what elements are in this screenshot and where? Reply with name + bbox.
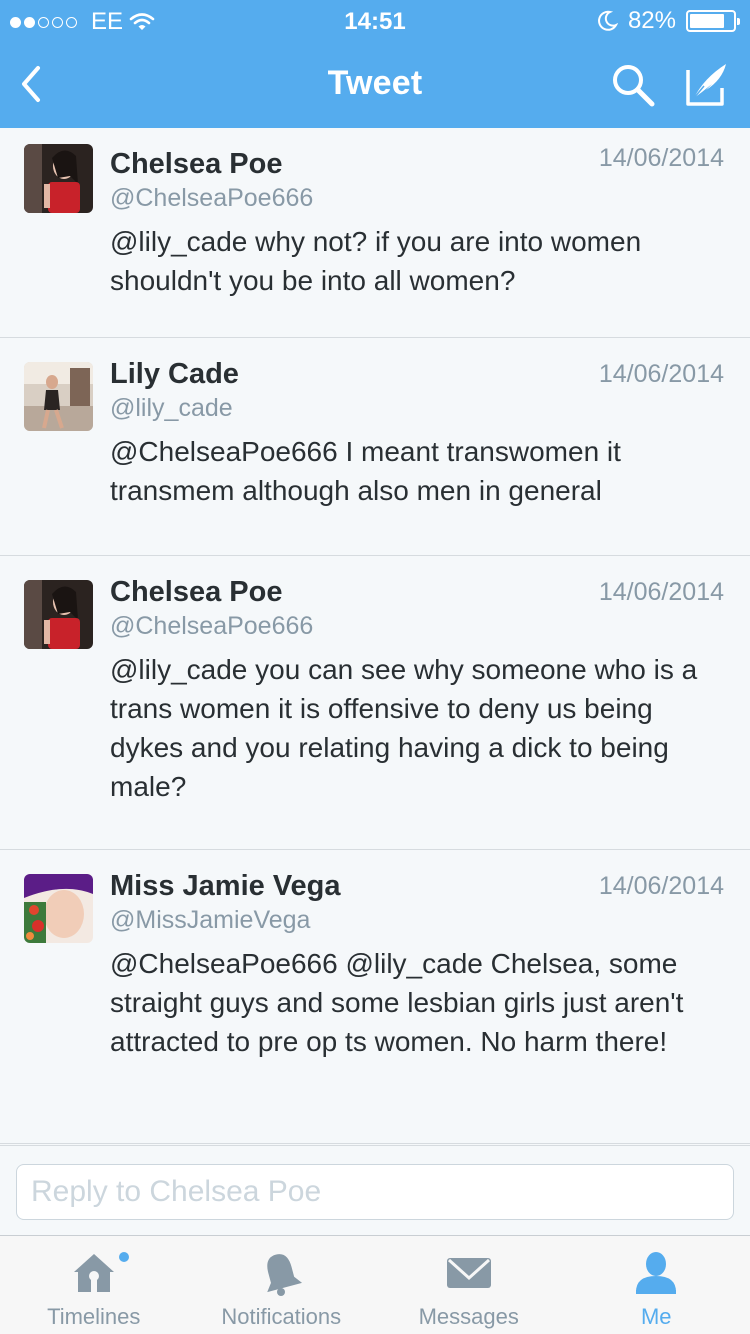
tweet-author-handle[interactable]: @ChelseaPoe666 bbox=[110, 182, 724, 214]
status-right: 82% bbox=[596, 7, 740, 35]
tweet-date: 14/06/2014 bbox=[598, 872, 724, 900]
search-icon bbox=[613, 65, 655, 107]
avatar[interactable] bbox=[24, 874, 93, 943]
avatar[interactable] bbox=[24, 580, 93, 649]
tab-label: Me bbox=[640, 1304, 672, 1329]
tab-messages[interactable]: Messages bbox=[375, 1236, 563, 1334]
tab-me[interactable]: Me bbox=[563, 1236, 750, 1334]
search-button[interactable] bbox=[610, 62, 656, 108]
tweet-author-handle[interactable]: @ChelseaPoe666 bbox=[110, 610, 724, 642]
battery-fill bbox=[690, 14, 725, 28]
tab-label: Messages bbox=[418, 1304, 519, 1329]
status-bar: EE 14:51 82% bbox=[0, 0, 750, 40]
compose-icon bbox=[686, 64, 726, 106]
avatar[interactable] bbox=[24, 362, 93, 431]
bell-icon bbox=[267, 1254, 303, 1296]
avatar-image bbox=[24, 144, 93, 213]
avatar-image bbox=[24, 874, 93, 943]
envelope-icon bbox=[446, 1258, 491, 1288]
tweet-text: @ChelseaPoe666 @lily_cade Chelsea, some … bbox=[110, 948, 684, 1057]
tweet-date: 14/06/2014 bbox=[598, 578, 724, 606]
tweet-text: @lily_cade you can see why someone who i… bbox=[110, 654, 698, 802]
tweet-author-handle[interactable]: @lily_cade bbox=[110, 392, 724, 424]
reply-bar bbox=[0, 1145, 750, 1235]
person-icon bbox=[636, 1252, 677, 1294]
avatar[interactable] bbox=[24, 144, 93, 213]
reply-input[interactable] bbox=[16, 1164, 734, 1220]
tweet-author-handle[interactable]: @MissJamieVega bbox=[110, 904, 724, 936]
battery-percent: 82% bbox=[627, 7, 676, 34]
tweet-date: 14/06/2014 bbox=[598, 360, 724, 388]
tab-bar: Timelines Notifications Messages Me bbox=[0, 1235, 750, 1334]
tweet-list: Chelsea Poe @ChelseaPoe666 14/06/2014 @l… bbox=[0, 128, 750, 1144]
avatar-image bbox=[24, 580, 93, 649]
tweet-item[interactable]: Miss Jamie Vega @MissJamieVega 14/06/201… bbox=[0, 850, 750, 1144]
tweet-item[interactable]: Chelsea Poe @ChelseaPoe666 14/06/2014 @l… bbox=[0, 128, 750, 338]
tweet-item[interactable]: Chelsea Poe @ChelseaPoe666 14/06/2014 @l… bbox=[0, 556, 750, 850]
compose-button[interactable] bbox=[682, 60, 730, 108]
tweet-item[interactable]: Lily Cade @lily_cade 14/06/2014 @Chelsea… bbox=[0, 338, 750, 556]
battery-icon bbox=[686, 10, 740, 32]
top-bar: EE 14:51 82% Tweet bbox=[0, 0, 750, 128]
tab-timelines[interactable]: Timelines bbox=[0, 1236, 188, 1334]
tweet-date: 14/06/2014 bbox=[598, 144, 724, 172]
tab-notifications[interactable]: Notifications bbox=[188, 1236, 376, 1334]
moon-icon bbox=[598, 10, 618, 31]
home-icon bbox=[73, 1254, 114, 1292]
tab-label: Notifications bbox=[221, 1304, 342, 1329]
avatar-image bbox=[24, 362, 93, 431]
tweet-text: @ChelseaPoe666 I meant transwomen it tra… bbox=[110, 436, 621, 506]
tab-label: Timelines bbox=[47, 1304, 141, 1329]
unread-dot bbox=[119, 1252, 129, 1262]
tweet-text: @lily_cade why not? if you are into wome… bbox=[110, 226, 642, 296]
